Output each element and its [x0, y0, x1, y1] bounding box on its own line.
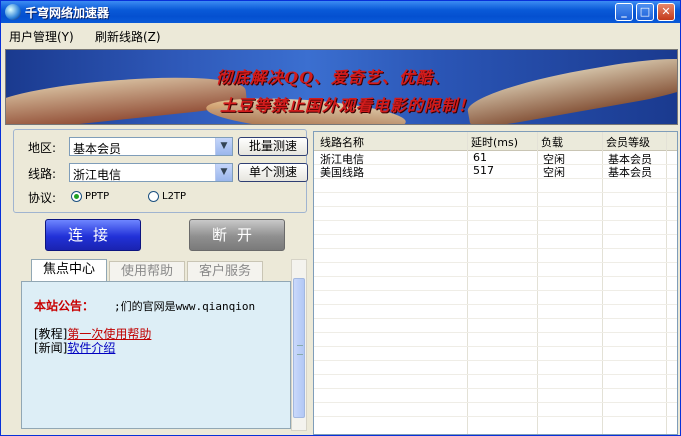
- menu-bar: 用户管理(Y) 刷新线路(Z): [1, 23, 680, 47]
- cell-latency: 61: [473, 151, 487, 164]
- announcement-label: 本站公告：: [34, 299, 95, 313]
- title-bar[interactable]: 千穹网络加速器 _ □ ✕: [1, 1, 680, 23]
- tab-customer-service[interactable]: 客户服务: [187, 261, 263, 281]
- l2tp-radio[interactable]: [148, 191, 159, 202]
- announcement-scrollbar[interactable]: [291, 259, 307, 431]
- info-tabs: 焦点中心 使用帮助 客户服务: [13, 259, 307, 281]
- column-header-member-level[interactable]: 会员等级: [606, 134, 650, 150]
- news-prefix: [新闻]: [34, 341, 68, 355]
- tab-usage-help[interactable]: 使用帮助: [109, 261, 185, 281]
- banner-line-2: 土豆等禁止国外观看电影的限制！: [220, 96, 476, 115]
- column-header-line-name[interactable]: 线路名称: [320, 134, 364, 150]
- batch-speed-test-button[interactable]: 批量测速: [238, 137, 308, 156]
- left-panel: 地区: 基本会员 ▼ 批量测速 线路: 浙江电信 ▼ 单个测速 协议: PPTP…: [5, 127, 308, 435]
- main-window: 千穹网络加速器 _ □ ✕ 用户管理(Y) 刷新线路(Z) 彻底解决QQ、爱奇艺…: [0, 0, 681, 436]
- maximize-button[interactable]: □: [636, 3, 654, 21]
- settings-group: 地区: 基本会员 ▼ 批量测速 线路: 浙江电信 ▼ 单个测速 协议: PPTP…: [13, 129, 308, 213]
- close-button[interactable]: ✕: [657, 3, 675, 21]
- news-item: [新闻]软件介绍: [34, 339, 115, 356]
- window-title: 千穹网络加速器: [25, 6, 110, 20]
- minimize-button[interactable]: _: [615, 3, 633, 21]
- chevron-down-icon[interactable]: ▼: [215, 138, 232, 155]
- lines-table: 线路名称 延时(ms) 负载 会员等级 浙江电信 61 空闲 基本会员 美国线路…: [313, 131, 678, 435]
- promo-banner: 彻底解决QQ、爱奇艺、优酷、 土豆等禁止国外观看电影的限制！: [5, 49, 678, 125]
- cell-latency: 517: [473, 164, 494, 177]
- pptp-radio[interactable]: [71, 191, 82, 202]
- software-intro-link[interactable]: 软件介绍: [67, 341, 115, 355]
- app-globe-icon: [5, 4, 21, 20]
- scrollbar-thumb[interactable]: [293, 278, 305, 418]
- column-header-latency[interactable]: 延时(ms): [471, 134, 518, 150]
- cell-load: 空闲: [543, 166, 565, 179]
- column-header-load[interactable]: 负载: [541, 134, 563, 150]
- single-speed-test-button[interactable]: 单个测速: [238, 163, 308, 182]
- menu-user-management[interactable]: 用户管理(Y): [9, 28, 74, 45]
- l2tp-label[interactable]: L2TP: [162, 191, 186, 202]
- line-label: 线路:: [28, 167, 57, 181]
- grip-icon: [297, 345, 303, 355]
- banner-line-1: 彻底解决QQ、爱奇艺、优酷、: [216, 68, 450, 87]
- protocol-label: 协议:: [28, 191, 57, 205]
- menu-refresh-lines[interactable]: 刷新线路(Z): [95, 28, 161, 45]
- cell-member-level: 基本会员: [608, 166, 652, 179]
- connect-button[interactable]: 连接: [45, 219, 141, 251]
- cell-line-name: 美国线路: [320, 166, 364, 179]
- line-value: 浙江电信: [73, 168, 122, 182]
- disconnect-button[interactable]: 断开: [189, 219, 285, 251]
- pptp-label[interactable]: PPTP: [85, 191, 109, 202]
- announcement-text: ;们的官网是www.qianqion: [114, 300, 256, 313]
- region-select[interactable]: 基本会员 ▼: [69, 137, 233, 156]
- announcement-panel: 本站公告： ;们的官网是www.qianqion [教程]第一次使用帮助 [新闻…: [21, 281, 291, 429]
- line-select[interactable]: 浙江电信 ▼: [69, 163, 233, 182]
- region-value: 基本会员: [73, 142, 122, 156]
- table-header: 线路名称 延时(ms) 负载 会员等级: [314, 132, 677, 151]
- tab-focus-center[interactable]: 焦点中心: [31, 259, 107, 281]
- chevron-down-icon[interactable]: ▼: [215, 164, 232, 181]
- region-label: 地区:: [28, 141, 57, 155]
